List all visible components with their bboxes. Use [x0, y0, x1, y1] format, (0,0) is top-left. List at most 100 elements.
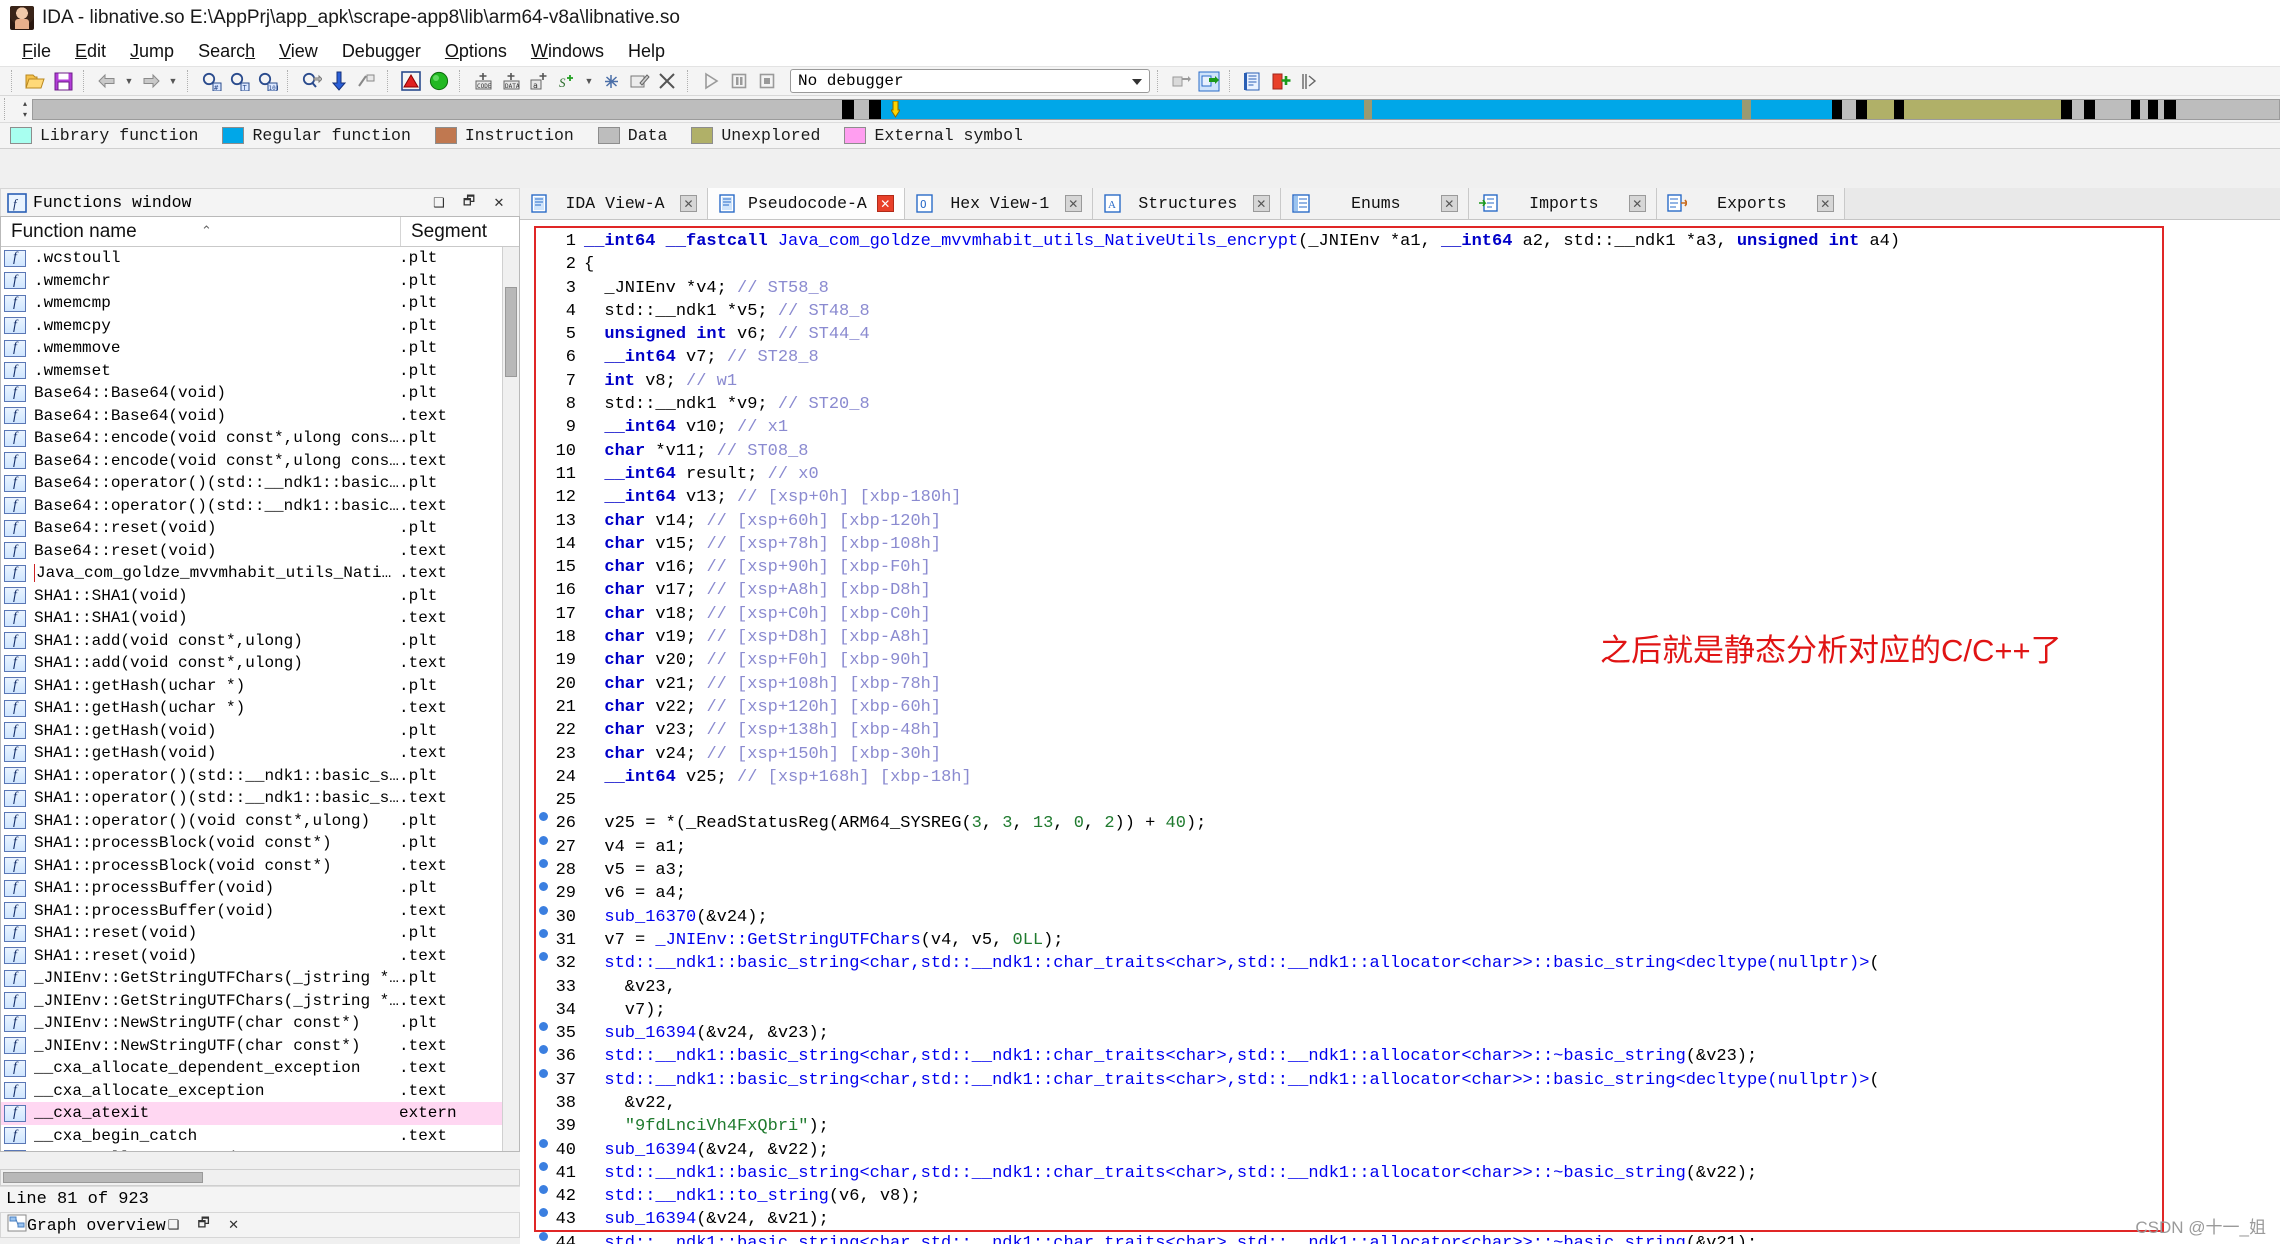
- close-icon[interactable]: ✕: [680, 195, 697, 212]
- function-list-row[interactable]: f SHA1::reset(void) .plt: [1, 922, 519, 945]
- nav-forward-icon[interactable]: [138, 69, 164, 93]
- code-line[interactable]: 22 char v23; // [xsp+138h] [xbp-48h]: [536, 719, 2280, 742]
- code-line[interactable]: 11 __int64 result; // x0: [536, 463, 2280, 486]
- menu-edit[interactable]: Edit: [63, 38, 118, 65]
- tab-enums[interactable]: Enums ✕: [1280, 188, 1469, 219]
- menu-options[interactable]: Options: [433, 38, 519, 65]
- tab-exports[interactable]: Exports ✕: [1656, 188, 1845, 219]
- nav-back-icon[interactable]: [94, 69, 120, 93]
- function-list-row[interactable]: f SHA1::operator()(std::__ndk1::basic_st·…: [1, 765, 519, 788]
- debugger-select[interactable]: No debugger: [790, 69, 1150, 93]
- code-line[interactable]: 17 char v18; // [xsp+C0h] [xbp-C0h]: [536, 603, 2280, 626]
- code-line[interactable]: 27 v4 = a1;: [536, 835, 2280, 859]
- code-line[interactable]: 33 &v23,: [536, 976, 2280, 999]
- breakpoint-dot-icon[interactable]: [536, 859, 550, 869]
- code-line[interactable]: 5 unsigned int v6; // ST44_4: [536, 323, 2280, 346]
- breakpoint-dot-icon[interactable]: [536, 1045, 550, 1055]
- code-line[interactable]: 38 &v22,: [536, 1092, 2280, 1115]
- code-line[interactable]: 4 std::__ndk1 *v5; // ST48_8: [536, 300, 2280, 323]
- function-list-row[interactable]: f SHA1::processBlock(void const*) .plt: [1, 832, 519, 855]
- delete-icon[interactable]: [654, 69, 680, 93]
- make-data-icon[interactable]: DATA: [498, 69, 524, 93]
- edit-function-icon[interactable]: [626, 69, 652, 93]
- restore-icon[interactable]: ❑: [431, 195, 447, 211]
- function-list-row[interactable]: f SHA1::SHA1(void) .text: [1, 607, 519, 630]
- add-bpt-icon[interactable]: [1268, 69, 1294, 93]
- function-list-row[interactable]: f _JNIEnv::NewStringUTF(char const*) .text: [1, 1035, 519, 1058]
- function-list-row[interactable]: f .wmemmove .plt: [1, 337, 519, 360]
- pause-icon[interactable]: [726, 69, 752, 93]
- code-line[interactable]: 3 _JNIEnv *v4; // ST58_8: [536, 277, 2280, 300]
- breakpoint-dot-icon[interactable]: [536, 905, 550, 915]
- menu-search[interactable]: Search: [186, 38, 267, 65]
- tab-hex-view-1[interactable]: O Hex View-1 ✕: [904, 188, 1093, 219]
- function-list-row[interactable]: f Base64::operator()(std::__ndk1::basic_·…: [1, 495, 519, 518]
- make-code-icon[interactable]: CODE: [470, 69, 496, 93]
- search-hash-icon[interactable]: #: [198, 69, 224, 93]
- menu-debugger[interactable]: Debugger: [330, 38, 433, 65]
- code-line[interactable]: 24 __int64 v25; // [xsp+168h] [xbp-18h]: [536, 766, 2280, 789]
- function-list-row[interactable]: f .wmemset .plt: [1, 360, 519, 383]
- function-list-row[interactable]: f .wmemchr .plt: [1, 270, 519, 293]
- tab-imports[interactable]: Imports ✕: [1468, 188, 1657, 219]
- close-icon[interactable]: ✕: [1252, 195, 1270, 212]
- undefine-icon[interactable]: [598, 69, 624, 93]
- navigation-band[interactable]: [32, 98, 2280, 120]
- function-list-row[interactable]: f SHA1::add(void const*,ulong) .text: [1, 652, 519, 675]
- stop-icon[interactable]: [754, 69, 780, 93]
- close-icon[interactable]: ✕: [1628, 195, 1646, 212]
- code-line[interactable]: 8 std::__ndk1 *v9; // ST20_8: [536, 393, 2280, 416]
- make-struct-dropdown-icon[interactable]: ▼: [582, 69, 596, 93]
- function-list-row[interactable]: f Java_com_goldze_mvvmhabit_utils_Native·…: [1, 562, 519, 585]
- close-icon[interactable]: ✕: [876, 195, 894, 212]
- function-list-row[interactable]: f SHA1::processBuffer(void) .plt: [1, 877, 519, 900]
- code-line[interactable]: 23 char v24; // [xsp+150h] [xbp-30h]: [536, 743, 2280, 766]
- navband-grip[interactable]: [4, 98, 14, 120]
- breakpoint-dot-icon[interactable]: [536, 952, 550, 962]
- function-list-row[interactable]: f SHA1::processBuffer(void) .text: [1, 900, 519, 923]
- function-list-row[interactable]: f SHA1::processBlock(void const*) .text: [1, 855, 519, 878]
- function-list-row[interactable]: f __cxa_begin_catch .text: [1, 1125, 519, 1148]
- function-list-row[interactable]: f Base64::reset(void) .plt: [1, 517, 519, 540]
- code-line[interactable]: 25: [536, 789, 2280, 812]
- navband-scroll-arrows[interactable]: ▴ ▾: [18, 99, 32, 120]
- code-line[interactable]: 2{: [536, 253, 2280, 276]
- search-next-icon[interactable]: [298, 69, 324, 93]
- functions-vertical-scrollbar[interactable]: [502, 247, 519, 1151]
- code-line[interactable]: 42 std::__ndk1::to_string(v6, v8);: [536, 1185, 2280, 1208]
- function-list-row[interactable]: f SHA1::getHash(uchar *) .text: [1, 697, 519, 720]
- function-list-row[interactable]: f _JNIEnv::NewStringUTF(char const*) .plt: [1, 1012, 519, 1035]
- code-line[interactable]: 9 __int64 v10; // x1: [536, 416, 2280, 439]
- breakpoint-dot-icon[interactable]: [536, 1138, 550, 1148]
- code-line[interactable]: 34 v7);: [536, 999, 2280, 1022]
- menu-help[interactable]: Help: [616, 38, 677, 65]
- open-file-icon[interactable]: [22, 69, 48, 93]
- nav-forward-dropdown-icon[interactable]: ▼: [166, 69, 180, 93]
- code-line[interactable]: 35 sub_16394(&v24, &v23);: [536, 1022, 2280, 1045]
- code-line[interactable]: 13 char v14; // [xsp+60h] [xbp-120h]: [536, 510, 2280, 533]
- menu-view[interactable]: View: [267, 38, 330, 65]
- function-list-row[interactable]: f SHA1::getHash(void) .text: [1, 742, 519, 765]
- close-icon[interactable]: ✕: [1440, 195, 1458, 212]
- close-icon[interactable]: ✕: [1064, 195, 1082, 212]
- search-text-icon[interactable]: T: [226, 69, 252, 93]
- function-list-row[interactable]: f SHA1::SHA1(void) .plt: [1, 585, 519, 608]
- function-list-row[interactable]: f SHA1::reset(void) .text: [1, 945, 519, 968]
- scrollbar-thumb[interactable]: [505, 287, 517, 377]
- restore-icon[interactable]: ❑: [166, 1217, 182, 1233]
- breakpoint-dot-icon[interactable]: [536, 928, 550, 938]
- code-line[interactable]: 6 __int64 v7; // ST28_8: [536, 346, 2280, 369]
- breakpoint-dot-icon[interactable]: [536, 1208, 550, 1218]
- code-line[interactable]: 16 char v17; // [xsp+A8h] [xbp-D8h]: [536, 579, 2280, 602]
- code-line[interactable]: 1 __int64 __fastcall Java_com_goldze_mvvm…: [536, 230, 2280, 253]
- code-line[interactable]: 29 v6 = a4;: [536, 882, 2280, 905]
- menu-jump[interactable]: Jump: [118, 38, 186, 65]
- code-line[interactable]: 12 __int64 v13; // [xsp+0h] [xbp-180h]: [536, 486, 2280, 509]
- breakpoint-dot-icon[interactable]: [536, 1022, 550, 1032]
- code-line[interactable]: 21 char v22; // [xsp+120h] [xbp-60h]: [536, 696, 2280, 719]
- pseudocode-view[interactable]: 1 __int64 __fastcall Java_com_goldze_mvvm…: [520, 220, 2280, 1244]
- function-list-row[interactable]: f _JNIEnv::GetStringUTFChars(_jstring *,·…: [1, 967, 519, 990]
- function-list-row[interactable]: f SHA1::operator()(std::__ndk1::basic_st·…: [1, 787, 519, 810]
- function-list-row[interactable]: f SHA1::add(void const*,ulong) .plt: [1, 630, 519, 653]
- function-list-row[interactable]: f Base64::Base64(void) .text: [1, 405, 519, 428]
